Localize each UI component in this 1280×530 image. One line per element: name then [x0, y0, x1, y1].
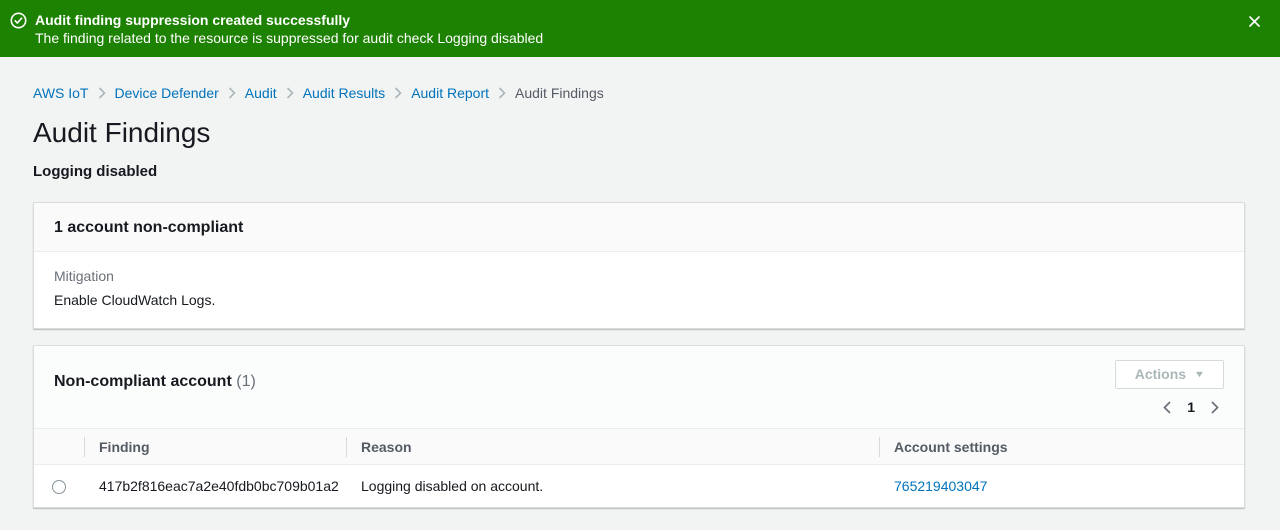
breadcrumb-separator-icon	[498, 87, 506, 99]
pagination-current-page[interactable]: 1	[1187, 399, 1195, 415]
row-select-radio[interactable]	[52, 480, 66, 494]
breadcrumb-audit-results[interactable]: Audit Results	[303, 84, 385, 102]
breadcrumb-separator-icon	[98, 87, 106, 99]
actions-button-label: Actions	[1135, 366, 1186, 382]
chevron-left-icon	[1162, 403, 1172, 418]
breadcrumb-device-defender[interactable]: Device Defender	[115, 84, 219, 102]
table-row-count: (1)	[236, 373, 256, 390]
pagination-next-button[interactable]	[1210, 400, 1220, 415]
pagination-previous-button[interactable]	[1162, 400, 1172, 415]
finding-column-header: Finding	[84, 429, 346, 465]
finding-table-row: 417b2f816eac7a2e40fdb0bc709b01a2 Logging…	[34, 465, 1244, 507]
table-title-text: Non-compliant account	[54, 373, 232, 390]
success-check-icon	[10, 12, 27, 29]
table-card-header: Non-compliant account (1) Actions ▼ 1	[34, 346, 1244, 428]
dismiss-flashbar-button[interactable]	[1245, 12, 1264, 31]
breadcrumb-separator-icon	[228, 87, 236, 99]
mitigation-label: Mitigation	[54, 266, 1224, 286]
success-flashbar: Audit finding suppression created succes…	[0, 0, 1280, 57]
account-settings-column-header: Account settings	[879, 429, 1244, 465]
flashbar-title: Audit finding suppression created succes…	[35, 11, 543, 29]
flashbar-description: The finding related to the resource is s…	[35, 29, 543, 47]
breadcrumb-aws-iot[interactable]: AWS IoT	[33, 84, 89, 102]
page-title: Audit Findings	[33, 115, 1245, 151]
close-icon	[1247, 17, 1262, 32]
summary-card-title: 1 account non-compliant	[54, 218, 1224, 238]
main-content: AWS IoT Device Defender Audit Audit Resu…	[0, 84, 1280, 508]
caret-down-icon: ▼	[1194, 370, 1206, 379]
non-compliant-account-card: Non-compliant account (1) Actions ▼ 1	[33, 345, 1245, 508]
audit-check-name: Logging disabled	[33, 162, 1245, 182]
mitigation-value: Enable CloudWatch Logs.	[54, 290, 1224, 310]
pagination: 1	[1162, 399, 1224, 415]
table-card-title: Non-compliant account (1)	[54, 372, 256, 392]
findings-table: Finding Reason Account settings 417b2f81…	[34, 428, 1244, 507]
breadcrumb: AWS IoT Device Defender Audit Audit Resu…	[33, 84, 1245, 102]
reason-column-header: Reason	[346, 429, 879, 465]
summary-card-header: 1 account non-compliant	[34, 203, 1244, 252]
account-id-link[interactable]: 765219403047	[894, 478, 987, 494]
breadcrumb-audit-findings: Audit Findings	[515, 84, 604, 102]
select-column-header	[34, 429, 84, 465]
summary-card-body: Mitigation Enable CloudWatch Logs.	[34, 252, 1244, 328]
breadcrumb-separator-icon	[286, 87, 294, 99]
account-settings-cell: 765219403047	[879, 465, 1244, 507]
finding-id-cell: 417b2f816eac7a2e40fdb0bc709b01a2	[84, 465, 346, 507]
breadcrumb-audit-report[interactable]: Audit Report	[411, 84, 489, 102]
reason-cell: Logging disabled on account.	[346, 465, 879, 507]
actions-dropdown-button[interactable]: Actions ▼	[1115, 360, 1224, 389]
chevron-right-icon	[1210, 403, 1220, 418]
breadcrumb-audit[interactable]: Audit	[245, 84, 277, 102]
compliance-summary-card: 1 account non-compliant Mitigation Enabl…	[33, 202, 1245, 329]
breadcrumb-separator-icon	[394, 87, 402, 99]
